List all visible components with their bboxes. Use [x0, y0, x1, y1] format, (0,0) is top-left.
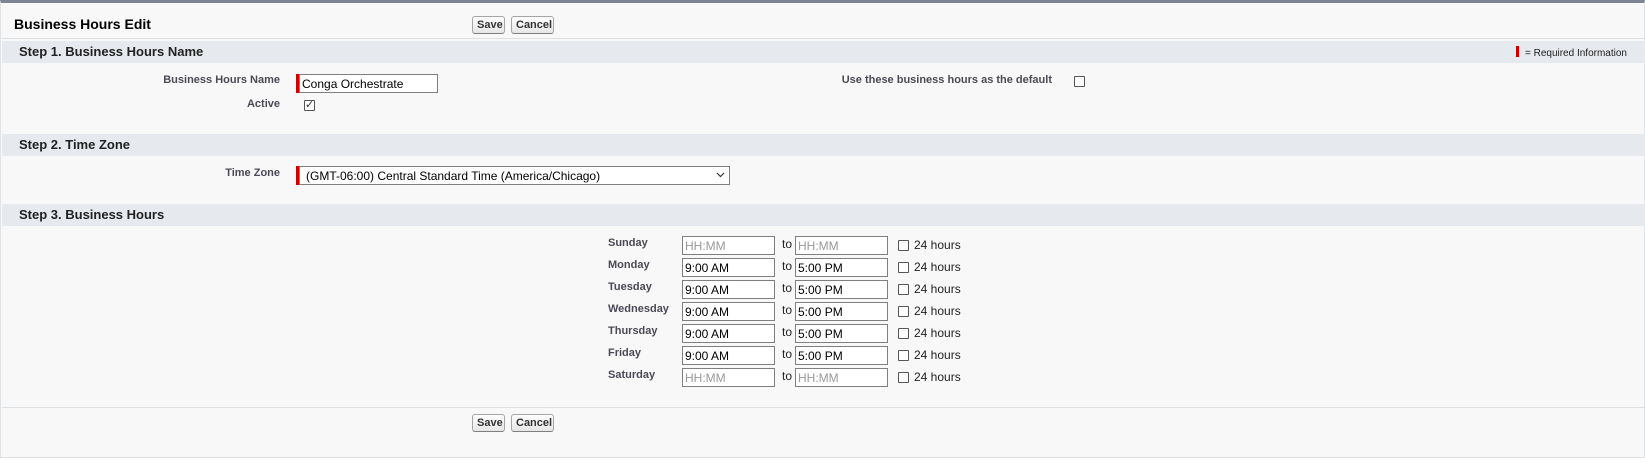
- divider: [2, 38, 1645, 39]
- section-step1-title: Step 1. Business Hours Name: [19, 44, 204, 59]
- business-hours-edit-panel: Business Hours Edit Save Cancel Step 1. …: [0, 0, 1645, 458]
- all-day-label: 24 hours: [914, 370, 961, 384]
- all-day-label: 24 hours: [914, 260, 961, 274]
- time-zone-value: (GMT-06:00) Central Standard Time (Ameri…: [306, 169, 601, 183]
- start-time-input[interactable]: [682, 346, 775, 365]
- business-hours-name-input[interactable]: [299, 74, 438, 93]
- to-label: to: [782, 347, 793, 361]
- section-step2-header: Step 2. Time Zone: [2, 134, 1645, 156]
- end-time-input[interactable]: [795, 258, 888, 277]
- active-label: Active: [246, 98, 280, 110]
- time-zone-label: Time Zone: [225, 167, 280, 179]
- section-step3-title: Step 3. Business Hours: [19, 207, 165, 222]
- all-day-label: 24 hours: [914, 304, 961, 318]
- divider: [2, 407, 1645, 408]
- to-label: to: [782, 237, 793, 251]
- start-time-input[interactable]: [682, 258, 775, 277]
- section-step1-header: Step 1. Business Hours Name = Required I…: [2, 41, 1645, 63]
- save-button-bottom[interactable]: Save: [472, 414, 505, 432]
- section-step3-header: Step 3. Business Hours: [2, 204, 1645, 226]
- cancel-button-bottom[interactable]: Cancel: [511, 414, 554, 432]
- day-label: Saturday: [608, 369, 656, 381]
- check-icon: ✓: [305, 99, 315, 111]
- all-day-checkbox[interactable]: [898, 284, 909, 295]
- day-label: Tuesday: [608, 281, 652, 293]
- time-zone-select[interactable]: (GMT-06:00) Central Standard Time (Ameri…: [299, 166, 730, 185]
- all-day-checkbox[interactable]: [898, 372, 909, 383]
- cancel-button-top[interactable]: Cancel: [511, 16, 554, 34]
- day-label: Monday: [608, 259, 650, 271]
- all-day-checkbox[interactable]: [898, 262, 909, 273]
- end-time-input[interactable]: [795, 302, 888, 321]
- to-label: to: [782, 369, 793, 383]
- start-time-input[interactable]: [682, 236, 775, 255]
- start-time-input[interactable]: [682, 302, 775, 321]
- end-time-input[interactable]: [795, 236, 888, 255]
- all-day-label: 24 hours: [914, 326, 961, 340]
- all-day-label: 24 hours: [914, 238, 961, 252]
- to-label: to: [782, 281, 793, 295]
- end-time-input[interactable]: [795, 280, 888, 299]
- all-day-checkbox[interactable]: [898, 328, 909, 339]
- active-checkbox[interactable]: ✓: [304, 100, 315, 111]
- day-label: Friday: [608, 347, 642, 359]
- business-hours-name-label: Business Hours Name: [163, 74, 280, 86]
- start-time-input[interactable]: [682, 368, 775, 387]
- all-day-label: 24 hours: [914, 348, 961, 362]
- chevron-down-icon: [716, 172, 725, 178]
- to-label: to: [782, 325, 793, 339]
- all-day-checkbox[interactable]: [898, 240, 909, 251]
- end-time-input[interactable]: [795, 368, 888, 387]
- all-day-checkbox[interactable]: [898, 306, 909, 317]
- to-label: to: [782, 259, 793, 273]
- save-button-top[interactable]: Save: [472, 16, 505, 34]
- day-label: Wednesday: [608, 303, 669, 315]
- end-time-input[interactable]: [795, 324, 888, 343]
- required-indicator-icon: [1515, 46, 1519, 57]
- day-label: Thursday: [608, 325, 658, 337]
- required-legend: = Required Information: [1515, 46, 1627, 59]
- end-time-input[interactable]: [795, 346, 888, 365]
- all-day-label: 24 hours: [914, 282, 961, 296]
- section-step2-title: Step 2. Time Zone: [19, 137, 131, 152]
- all-day-checkbox[interactable]: [898, 350, 909, 361]
- day-label: Sunday: [608, 237, 648, 249]
- default-checkbox[interactable]: [1074, 76, 1085, 87]
- to-label: to: [782, 303, 793, 317]
- start-time-input[interactable]: [682, 324, 775, 343]
- start-time-input[interactable]: [682, 280, 775, 299]
- page-title: Business Hours Edit: [14, 16, 151, 32]
- default-label: Use these business hours as the default: [841, 74, 1052, 86]
- required-legend-text: = Required Information: [1524, 48, 1627, 59]
